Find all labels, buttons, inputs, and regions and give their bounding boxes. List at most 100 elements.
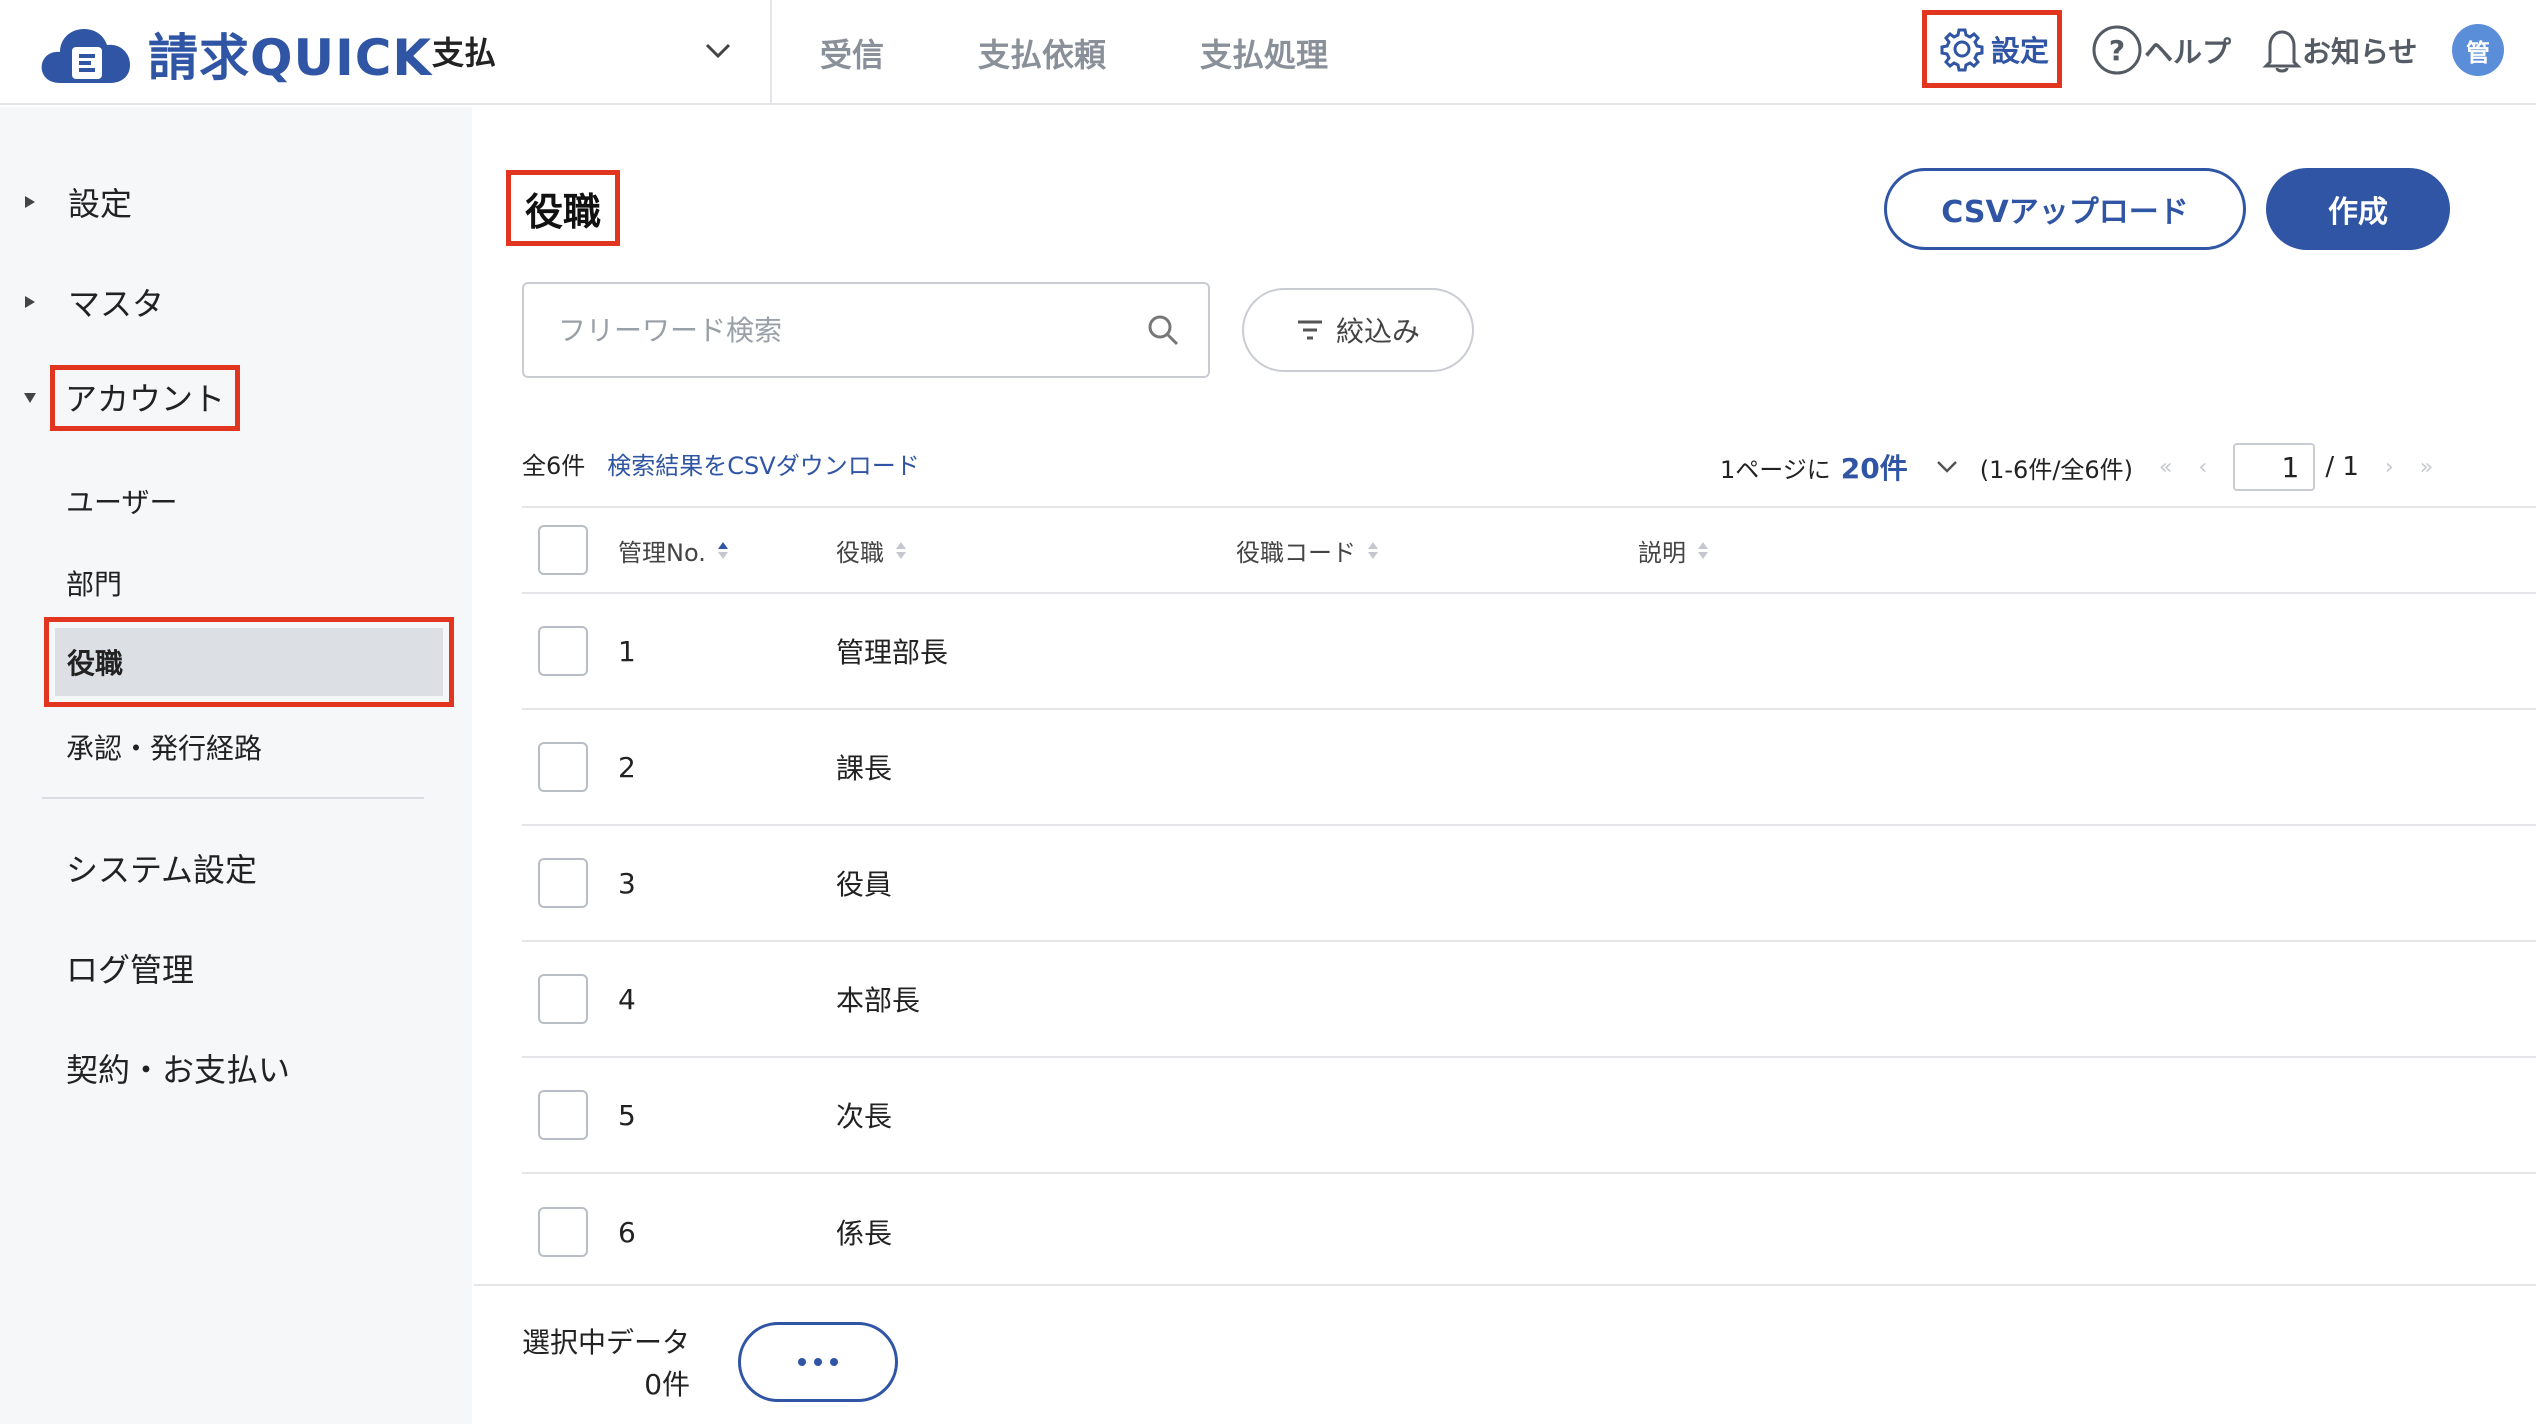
sidebar-item-log-management[interactable]: ログ管理 (66, 945, 194, 991)
cell-no: 3 (618, 866, 636, 900)
logo[interactable]: 請求QUICK (38, 18, 432, 90)
total-count: 全6件 (522, 452, 586, 480)
cell-position: 係長 (836, 1217, 893, 1250)
create-button[interactable]: 作成 (2266, 168, 2450, 250)
first-page-icon[interactable]: « (2159, 455, 2172, 480)
bell-icon (2262, 30, 2302, 73)
cell-no: 1 (618, 634, 636, 668)
next-page-icon[interactable]: › (2385, 455, 2394, 480)
page-title-highlight: 役職 (506, 170, 620, 246)
svg-text:?: ? (2109, 34, 2125, 67)
top-header: 請求QUICK 支払 受信 支払依頼 支払処理 設定 ? ヘルプ お知らせ 管 (0, 0, 2536, 105)
select-all-checkbox[interactable] (538, 525, 588, 575)
row-checkbox[interactable] (538, 974, 588, 1024)
sidebar-group-master[interactable]: マスタ (0, 279, 164, 325)
sidebar-item-users[interactable]: ユーザー (66, 481, 177, 521)
column-header-position[interactable]: 役職 (836, 533, 906, 568)
column-header-code[interactable]: 役職コード (1236, 533, 1378, 568)
selection-footer: 選択中データ 0件 (474, 1284, 2536, 1424)
row-checkbox[interactable] (538, 1207, 588, 1257)
row-checkbox[interactable] (538, 626, 588, 676)
column-header-no[interactable]: 管理No. (618, 533, 728, 568)
pagination: 1ページに 20件 (1-6件/全6件) « ‹ / 1 › » (1720, 442, 2433, 492)
cell-no: 5 (618, 1098, 636, 1132)
search-box (522, 282, 1210, 378)
table-row[interactable]: 1 管理部長 (522, 594, 2536, 710)
sidebar-item-approval-routes[interactable]: 承認・発行経路 (66, 727, 262, 767)
table-header-row: 管理No. 役職 役職コード 説明 (522, 506, 2536, 594)
nav-payment-process[interactable]: 支払処理 (1200, 30, 1328, 76)
table-row[interactable]: 2 課長 (522, 710, 2536, 826)
row-checkbox[interactable] (538, 858, 588, 908)
help-button[interactable]: ? ヘルプ (2090, 22, 2231, 78)
sidebar-item-positions[interactable]: 役職 (55, 628, 443, 696)
cell-no: 2 (618, 750, 636, 784)
settings-button[interactable]: 設定 (1922, 10, 2062, 88)
sidebar-group-settings[interactable]: 設定 (0, 179, 132, 225)
sort-icon (896, 541, 906, 559)
row-checkbox[interactable] (538, 1090, 588, 1140)
sidebar-group-label: マスタ (68, 285, 165, 323)
sidebar-item-departments[interactable]: 部門 (66, 563, 122, 603)
cloud-logo-icon (38, 21, 134, 87)
column-header-label: 役職コード (1236, 538, 1356, 567)
filter-button[interactable]: 絞込み (1242, 288, 1474, 372)
caret-right-icon (22, 294, 38, 310)
cell-no: 4 (618, 982, 636, 1016)
column-header-label: 役職 (836, 538, 884, 567)
cell-position: 課長 (836, 752, 893, 785)
search-input[interactable] (558, 313, 1146, 347)
caret-right-icon (22, 194, 38, 210)
more-dot-icon (798, 1358, 806, 1366)
sidebar-item-positions-highlight: 役職 (44, 617, 454, 707)
gear-icon (1940, 28, 1984, 72)
chevron-down-icon (705, 43, 731, 59)
table-row[interactable]: 5 次長 (522, 1058, 2536, 1174)
header-divider (770, 0, 772, 105)
more-dot-icon (814, 1358, 822, 1366)
search-icon[interactable] (1146, 313, 1180, 347)
chevron-down-icon[interactable] (1936, 460, 1958, 474)
sidebar: 設定 マスタ アカウント ユーザー 部門 役職 承認・発行経路 システム設定 ロ… (0, 107, 472, 1424)
sidebar-item-system-settings[interactable]: システム設定 (66, 845, 257, 891)
page-range: (1-6件/全6件) (1979, 455, 2134, 484)
cell-position: 次長 (836, 1100, 893, 1133)
help-icon: ? (2092, 25, 2142, 75)
csv-upload-button[interactable]: CSVアップロード (1884, 168, 2246, 250)
prev-page-icon[interactable]: ‹ (2199, 455, 2208, 480)
last-page-icon[interactable]: » (2420, 455, 2433, 480)
nav-payment-request[interactable]: 支払依頼 (978, 30, 1106, 76)
logo-text: 請求QUICK (148, 29, 433, 87)
csv-download-link[interactable]: 検索結果をCSVダウンロード (607, 446, 919, 481)
sidebar-divider (42, 797, 424, 799)
caret-down-icon (22, 390, 38, 406)
more-dot-icon (830, 1358, 838, 1366)
table-row[interactable]: 4 本部長 (522, 942, 2536, 1058)
column-header-label: 説明 (1638, 538, 1686, 567)
sort-icon (1698, 541, 1708, 559)
user-avatar[interactable]: 管 (2452, 24, 2504, 76)
table-row[interactable]: 3 役員 (522, 826, 2536, 942)
positions-table: 管理No. 役職 役職コード 説明 1 管理部長 2 課長 3 役員 4 本部長 (522, 506, 2536, 1290)
sidebar-group-account[interactable]: アカウント (0, 365, 241, 431)
selected-data-label: 選択中データ (522, 1326, 691, 1359)
sidebar-item-contract-payment[interactable]: 契約・お支払い (66, 1045, 290, 1091)
column-header-label: 管理No. (618, 538, 706, 567)
sidebar-group-label: アカウント (50, 365, 241, 431)
per-page-select[interactable]: 20件 (1841, 447, 1908, 487)
app-selector[interactable]: 支払 (432, 22, 732, 80)
page-title: 役職 (524, 189, 601, 234)
column-header-description[interactable]: 説明 (1638, 533, 1708, 568)
cell-no: 6 (618, 1215, 636, 1249)
notice-button[interactable]: お知らせ (2262, 22, 2417, 78)
cell-position: 本部長 (836, 984, 921, 1017)
row-checkbox[interactable] (538, 742, 588, 792)
help-label: ヘルプ (2144, 35, 2232, 69)
table-row[interactable]: 6 係長 (522, 1174, 2536, 1290)
page-number-input[interactable] (2233, 443, 2316, 491)
nav-receive[interactable]: 受信 (820, 30, 884, 76)
notice-label: お知らせ (2302, 35, 2418, 69)
filter-icon (1297, 320, 1322, 340)
total-pages: / 1 (2325, 452, 2359, 482)
more-actions-button[interactable] (738, 1322, 898, 1402)
